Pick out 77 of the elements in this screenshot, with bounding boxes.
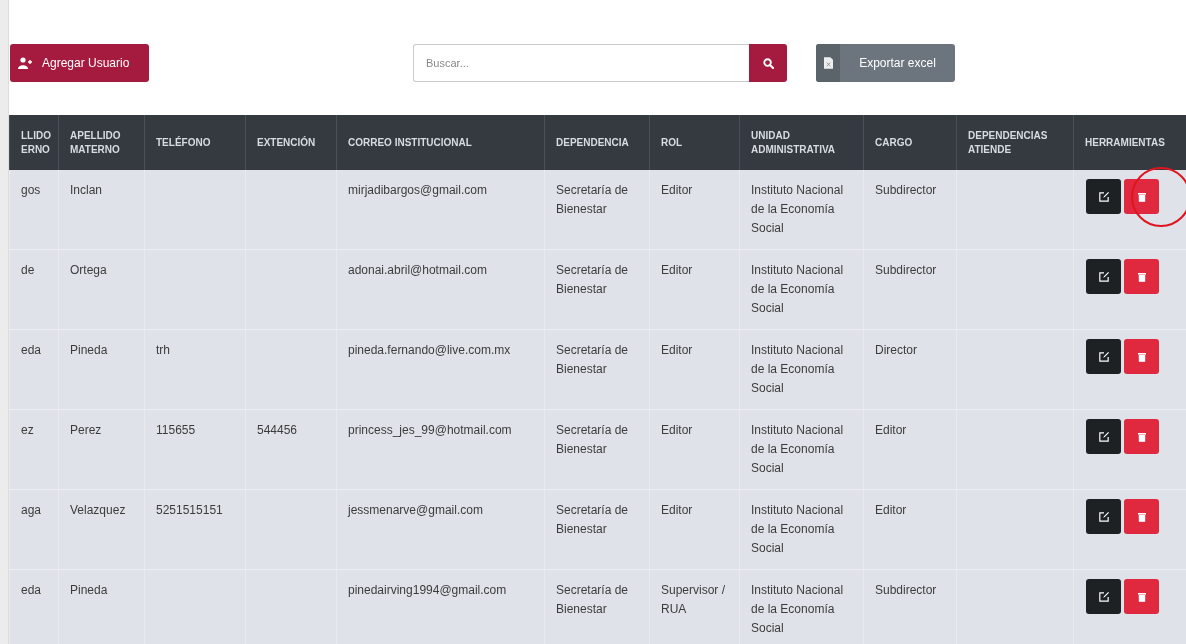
- table-cell: Secretaría de Bienestar: [556, 583, 629, 616]
- edit-button[interactable]: [1086, 339, 1121, 374]
- table-cell: 544456: [257, 423, 298, 437]
- table-cell: Inclan: [70, 183, 103, 197]
- table-cell: mirjadibargos@gmail.com: [348, 183, 487, 197]
- table-cell: Director: [875, 343, 917, 357]
- table-cell: eda: [21, 583, 42, 597]
- delete-button[interactable]: [1124, 179, 1159, 214]
- table-cell: Ortega: [70, 263, 107, 277]
- edit-icon: [1098, 271, 1109, 282]
- table-cell: ez: [21, 423, 34, 437]
- trash-icon: [1137, 431, 1146, 442]
- add-user-button[interactable]: Agregar Usuario: [10, 44, 149, 82]
- table-cell: Velazquez: [70, 503, 126, 517]
- table-cell: aga: [21, 503, 42, 517]
- table-cell: adonai.abril@hotmail.com: [348, 263, 487, 277]
- edit-button[interactable]: [1086, 419, 1121, 454]
- table-cell: Instituto Nacional de la Economía Social: [751, 343, 844, 395]
- excel-file-icon: [823, 57, 833, 69]
- trash-icon: [1137, 191, 1146, 202]
- table-cell: jessmenarve@gmail.com: [348, 503, 483, 517]
- delete-button[interactable]: [1124, 499, 1159, 534]
- table-cell: Secretaría de Bienestar: [556, 423, 629, 456]
- table-cell: Secretaría de Bienestar: [556, 343, 629, 376]
- table-cell: Secretaría de Bienestar: [556, 263, 629, 296]
- table-cell: trh: [156, 343, 170, 357]
- table-cell: pinedairving1994@gmail.com: [348, 583, 507, 597]
- table-cell: de: [21, 263, 35, 277]
- edit-button[interactable]: [1086, 259, 1121, 294]
- table-cell: 115655: [156, 423, 196, 437]
- export-excel-button[interactable]: Exportar excel: [816, 44, 955, 82]
- trash-icon: [1137, 591, 1146, 602]
- table-cell: Supervisor / RUA: [661, 583, 726, 616]
- table-cell: Editor: [661, 343, 693, 357]
- table-cell: Instituto Nacional de la Economía Social: [751, 263, 844, 315]
- trash-icon: [1137, 511, 1146, 522]
- edit-icon: [1098, 431, 1109, 442]
- table-cell: Editor: [875, 503, 907, 517]
- table-cell: eda: [21, 343, 42, 357]
- table-cell: Subdirector: [875, 583, 937, 597]
- table-cell: 5251515151: [156, 503, 223, 517]
- trash-icon: [1137, 351, 1146, 362]
- table-cell: Editor: [661, 503, 693, 517]
- table-cell: Subdirector: [875, 183, 937, 197]
- table-cell: Instituto Nacional de la Economía Social: [751, 503, 844, 555]
- table-cell: princess_jes_99@hotmail.com: [348, 423, 512, 437]
- delete-button[interactable]: [1124, 339, 1159, 374]
- edit-icon: [1098, 191, 1109, 202]
- table-cell: Secretaría de Bienestar: [556, 503, 629, 536]
- delete-button[interactable]: [1124, 259, 1159, 294]
- edit-icon: [1098, 511, 1109, 522]
- search-icon: [762, 57, 774, 69]
- table-cell: Instituto Nacional de la Economía Social: [751, 183, 844, 235]
- table-cell: Editor: [661, 263, 693, 277]
- table-cell: Editor: [661, 423, 693, 437]
- edit-icon: [1098, 351, 1109, 362]
- add-user-icon: [18, 57, 32, 69]
- edit-icon: [1098, 591, 1109, 602]
- trash-icon: [1137, 271, 1146, 282]
- table-cell: Editor: [661, 183, 693, 197]
- table-cell: Pineda: [70, 343, 108, 357]
- table-cell: Instituto Nacional de la Economía Social: [751, 583, 844, 635]
- table-cell: Perez: [70, 423, 102, 437]
- delete-button[interactable]: [1124, 579, 1159, 614]
- table-cell: pineda.fernando@live.com.mx: [348, 343, 511, 357]
- edit-button[interactable]: [1086, 179, 1121, 214]
- table-cell: gos: [21, 183, 41, 197]
- edit-button[interactable]: [1086, 499, 1121, 534]
- delete-button[interactable]: [1124, 419, 1159, 454]
- table-cell: Pineda: [70, 583, 108, 597]
- table-cell: Instituto Nacional de la Economía Social: [751, 423, 844, 475]
- search-button[interactable]: [749, 44, 787, 82]
- table-cell: Editor: [875, 423, 907, 437]
- table-cell: Subdirector: [875, 263, 937, 277]
- edit-button[interactable]: [1086, 579, 1121, 614]
- table-cell: Secretaría de Bienestar: [556, 183, 629, 216]
- search-field[interactable]: Buscar...: [413, 44, 749, 82]
